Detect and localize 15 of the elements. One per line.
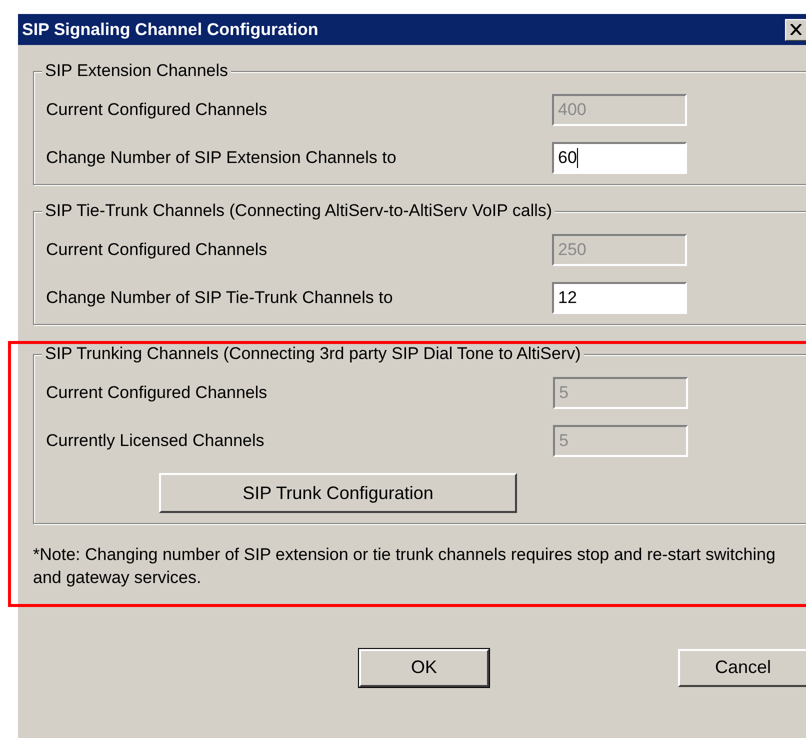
field-label: Change Number of SIP Extension Channels to xyxy=(46,148,396,168)
field-label: Current Configured Channels xyxy=(46,383,268,403)
group-title: SIP Trunking Channels (Connecting 3rd party SIP Dial Tone to AltiServ) xyxy=(42,344,584,364)
field-label: Current Configured Channels xyxy=(46,240,268,260)
field-label: Current Configured Channels xyxy=(46,100,268,120)
number-field[interactable]: 12 xyxy=(552,282,687,314)
window-title: SIP Signaling Channel Configuration xyxy=(22,20,318,40)
dialog-button[interactable]: OK xyxy=(359,648,489,687)
group-title: SIP Tie-Trunk Channels (Connecting AltiServ-to-AltiServ VoIP calls) xyxy=(42,201,556,221)
field-label: Change Number of SIP Tie-Trunk Channels to xyxy=(46,288,393,308)
trunk-configuration-button[interactable]: SIP Trunk Configuration xyxy=(159,473,517,513)
note-text: *Note: Changing number of SIP extension or tie trunk channels requires stop and re-start switching and gateway services. xyxy=(33,544,776,589)
field-label: Currently Licensed Channels xyxy=(46,431,264,451)
dialog-button[interactable]: Cancel xyxy=(678,648,806,687)
number-field[interactable]: 60 xyxy=(552,142,687,174)
